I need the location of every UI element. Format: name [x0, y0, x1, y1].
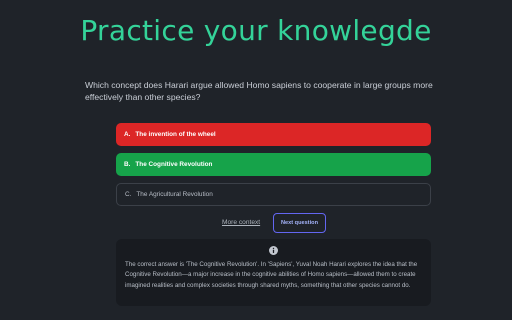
context-panel: The correct answer is 'The Cognitive Rev… [116, 239, 431, 306]
context-explanation: The correct answer is 'The Cognitive Rev… [125, 261, 418, 289]
option-letter: A. [124, 131, 131, 138]
next-question-button[interactable]: Next question [273, 213, 326, 233]
more-context-link[interactable]: More context [222, 219, 260, 226]
option-letter: B. [124, 161, 131, 168]
question-text: Which concept does Harari argue allowed … [85, 80, 433, 102]
option-label: The Cognitive Revolution [135, 161, 213, 168]
answer-option-c[interactable]: C. The Agricultural Revolution [116, 183, 431, 206]
option-label: The invention of the wheel [135, 131, 216, 138]
option-label: The Agricultural Revolution [136, 191, 213, 198]
answer-option-a[interactable]: A. The invention of the wheel [116, 123, 431, 146]
answer-option-b[interactable]: B. The Cognitive Revolution [116, 153, 431, 176]
page-title: Practice your knowlegde [80, 14, 432, 47]
info-icon [269, 246, 278, 255]
option-letter: C. [125, 191, 132, 198]
